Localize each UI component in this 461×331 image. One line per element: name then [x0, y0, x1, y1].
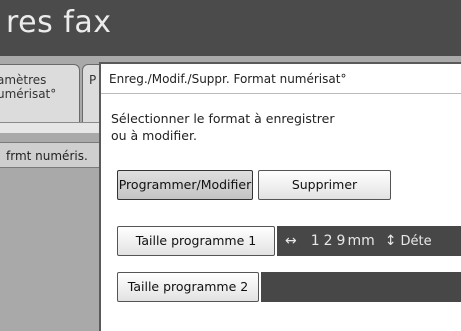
program-size-1-value: ↔ 129mm ↕ Déte [277, 226, 461, 256]
top-bar: res fax [0, 0, 461, 56]
delete-button[interactable]: Supprimer [258, 170, 391, 200]
instruction-line1: Sélectionner le format à enregistrer [111, 111, 335, 126]
program-size-1-button[interactable]: Taille programme 1 [117, 226, 275, 256]
left-right-arrow-icon: ↔ [285, 233, 297, 249]
tab-label: P [89, 73, 97, 87]
dialog-title: Enreg./Modif./Suppr. Format numérisat° [101, 64, 461, 94]
program-modify-button[interactable]: Programmer/Modifier [117, 170, 253, 200]
scan-format-label: frmt numéris. [0, 142, 100, 168]
tab-scan-settings[interactable]: amètres umérisat° [0, 64, 80, 122]
instruction-line2: ou à modifier. [111, 128, 197, 143]
tab-label-line1: amètres [0, 73, 47, 87]
program-size-2-value [261, 272, 461, 302]
size-1-detection-text: Déte [400, 234, 432, 249]
program-size-2-button[interactable]: Taille programme 2 [117, 272, 259, 302]
up-down-arrow-icon: ↕ [384, 233, 397, 249]
screen-title: res fax [6, 5, 112, 40]
tab-label-line2: umérisat° [0, 87, 57, 101]
size-1-width-unit: mm [347, 233, 375, 249]
instruction-text: Sélectionner le format à enregistrer ou … [111, 110, 334, 144]
format-dialog: Enreg./Modif./Suppr. Format numérisat° S… [99, 62, 461, 331]
size-1-width-value: 129 [310, 233, 350, 249]
